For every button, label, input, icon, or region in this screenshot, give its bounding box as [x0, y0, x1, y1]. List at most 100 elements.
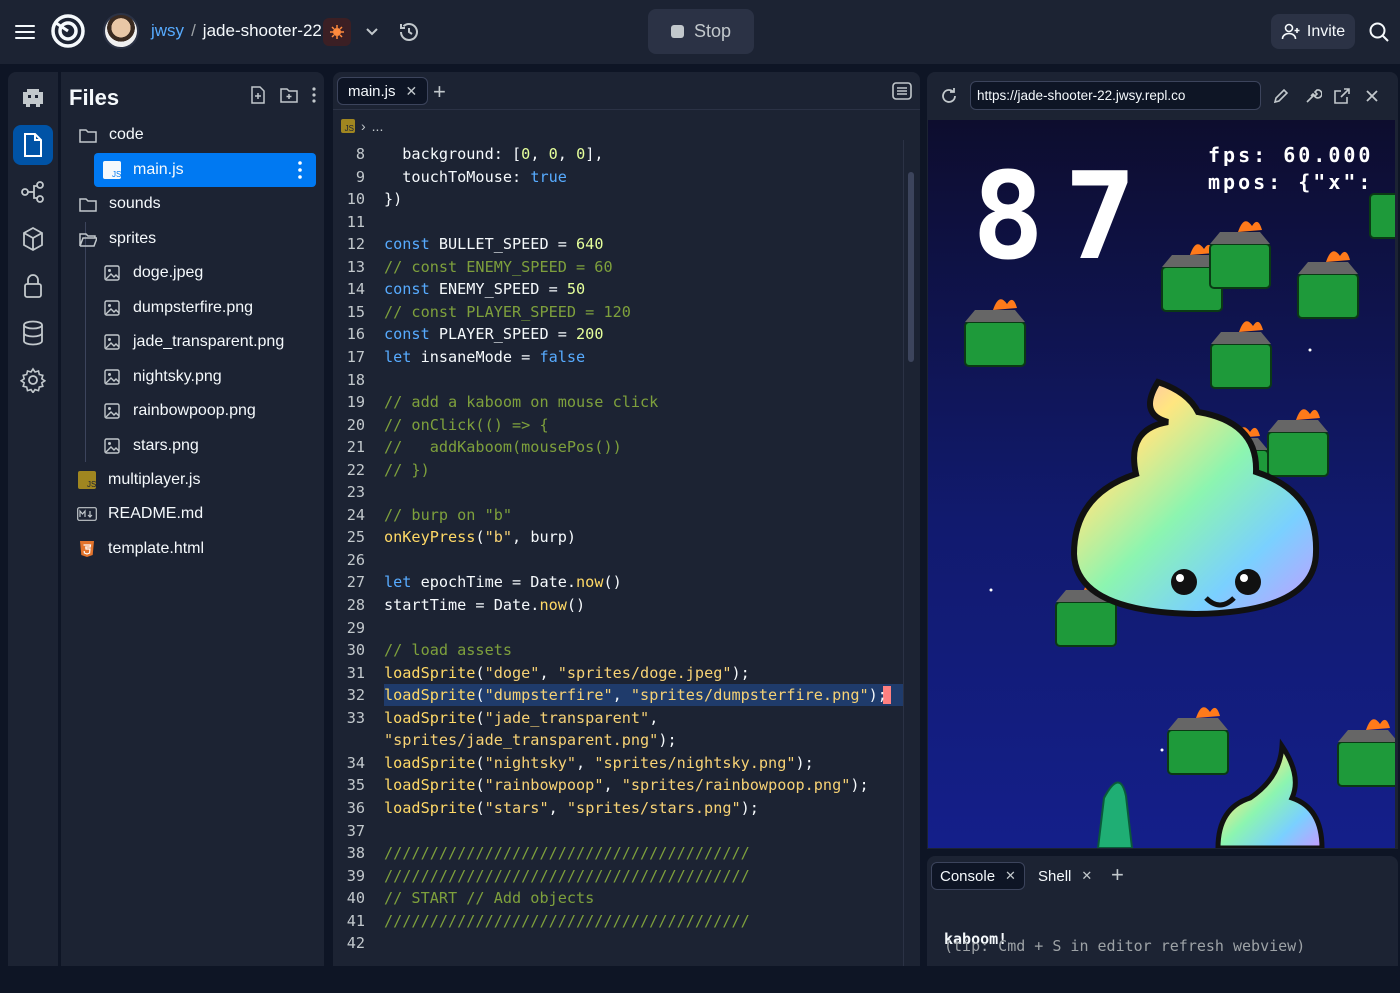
tree-item-label: dumpsterfire.png — [133, 299, 254, 316]
code-line[interactable]: // add a kaboom on mouse click — [384, 393, 658, 411]
line-number: 40 — [346, 889, 365, 908]
line-number: 10 — [346, 190, 365, 209]
history-icon[interactable] — [396, 19, 422, 45]
code-line[interactable]: background: [0, 0, 0], — [384, 145, 603, 163]
tree-item-sprites[interactable]: sprites — [61, 222, 324, 256]
game-controller-icon[interactable] — [13, 78, 53, 118]
game-canvas[interactable]: 87 fps: 60.000 mpos: {"x": — [928, 120, 1395, 848]
code-line[interactable]: // addKaboom(mousePos()) — [384, 438, 622, 456]
breadcrumb-project[interactable]: jade-shooter-22 — [203, 21, 322, 41]
code-line[interactable]: let epochTime = Date.now() — [384, 573, 622, 591]
stop-button[interactable]: Stop — [648, 9, 754, 54]
tree-item-multiplayer-js[interactable]: JS multiplayer.js — [61, 463, 324, 497]
close-icon[interactable]: ✕ — [406, 83, 418, 100]
code-line[interactable]: //////////////////////////////////////// — [384, 867, 750, 885]
settings-gear-icon[interactable] — [13, 360, 53, 400]
pencil-icon[interactable] — [1272, 87, 1290, 105]
webview-panel: https://jade-shooter-22.jwsy.repl.co 87 … — [927, 72, 1398, 849]
files-icon[interactable] — [13, 125, 53, 165]
tree-item-code[interactable]: code — [61, 118, 324, 152]
close-icon[interactable] — [1364, 88, 1380, 104]
tree-item-label: sprites — [109, 230, 157, 247]
line-number: 26 — [346, 550, 365, 569]
tree-item-sounds[interactable]: sounds — [61, 187, 324, 221]
code-line[interactable]: loadSprite("jade_transparent", — [384, 709, 658, 727]
tree-item-doge-jpeg[interactable]: doge.jpeg — [61, 256, 324, 290]
replit-logo-icon[interactable] — [50, 13, 86, 49]
close-icon[interactable]: ✕ — [1005, 868, 1016, 884]
code-line[interactable]: loadSprite("rainbowpoop", "sprites/rainb… — [384, 776, 869, 794]
tree-item-template-html[interactable]: template.html — [61, 532, 324, 566]
code-line[interactable]: loadSprite("doge", "sprites/doge.jpeg"); — [384, 664, 750, 682]
git-branch-icon[interactable] — [13, 172, 53, 212]
tree-item-main-js[interactable]: JS main.js — [94, 153, 316, 187]
tree-item-jade-transparent-png[interactable]: jade_transparent.png — [61, 325, 324, 359]
url-bar[interactable]: https://jade-shooter-22.jwsy.repl.co — [970, 81, 1261, 110]
code-line[interactable]: const BULLET_SPEED = 640 — [384, 235, 603, 253]
tree-item-label: code — [109, 126, 144, 143]
tree-item-dumpsterfire-png[interactable]: dumpsterfire.png — [61, 291, 324, 325]
code-line[interactable]: const PLAYER_SPEED = 200 — [384, 325, 603, 343]
code-line[interactable]: touchToMouse: true — [384, 168, 567, 186]
line-number: 12 — [346, 235, 365, 254]
code-line[interactable]: // load assets — [384, 641, 512, 659]
code-line[interactable]: startTime = Date.now() — [384, 596, 585, 614]
console-output[interactable]: kaboom! (tip: Cmd + S in editor refresh … — [944, 902, 1305, 992]
tree-item-label: rainbowpoop.png — [133, 402, 256, 419]
add-tab-icon[interactable]: + — [1111, 862, 1124, 888]
file-path-bar[interactable]: JS › ... — [341, 118, 383, 134]
tool-rail — [8, 72, 58, 966]
new-folder-icon[interactable] — [280, 87, 298, 103]
tab-console[interactable]: Console ✕ — [931, 862, 1025, 890]
js-file-icon: JS — [77, 470, 97, 490]
code-line[interactable]: // START // Add objects — [384, 889, 594, 907]
chevron-down-icon[interactable] — [360, 20, 384, 44]
open-new-tab-icon[interactable] — [1333, 87, 1351, 105]
more-options-icon[interactable] — [312, 87, 316, 103]
packages-cube-icon[interactable] — [13, 219, 53, 259]
tree-item-nightsky-png[interactable]: nightsky.png — [61, 360, 324, 394]
invite-button[interactable]: Invite — [1271, 14, 1355, 49]
lock-icon[interactable] — [13, 266, 53, 306]
refresh-icon[interactable] — [940, 87, 958, 105]
code-line[interactable]: "sprites/jade_transparent.png"); — [384, 731, 677, 749]
database-icon[interactable] — [13, 313, 53, 353]
code-line[interactable]: // burp on "b" — [384, 506, 512, 524]
tree-item-stars-png[interactable]: stars.png — [61, 429, 324, 463]
fps-readout: fps: 60.000 — [1208, 143, 1374, 167]
repl-language-badge[interactable] — [323, 18, 351, 46]
devtools-wrench-icon[interactable] — [1304, 87, 1322, 105]
code-line[interactable]: loadSprite("stars", "sprites/stars.png")… — [384, 799, 759, 817]
new-file-icon[interactable] — [250, 86, 266, 104]
search-icon[interactable] — [1366, 19, 1392, 45]
code-line[interactable]: loadSprite("dumpsterfire", "sprites/dump… — [384, 686, 887, 704]
menu-icon[interactable] — [10, 17, 40, 47]
tree-item-rainbowpoop-png[interactable]: rainbowpoop.png — [61, 394, 324, 428]
add-tab-icon[interactable]: + — [433, 79, 446, 105]
code-line[interactable]: onKeyPress("b", burp) — [384, 528, 576, 546]
files-actions — [250, 86, 316, 104]
code-line[interactable]: }) — [384, 190, 402, 208]
code-line[interactable]: // const ENEMY_SPEED = 60 — [384, 258, 613, 276]
code-line[interactable]: // }) — [384, 461, 430, 479]
tab-main-js[interactable]: main.js ✕ — [337, 77, 429, 105]
tree-item-readme-md[interactable]: README.md — [61, 497, 324, 531]
tab-shell[interactable]: Shell ✕ — [1030, 862, 1100, 890]
code-line[interactable]: // onClick(() => { — [384, 416, 549, 434]
scrollbar-thumb[interactable] — [908, 172, 914, 362]
close-icon[interactable]: ✕ — [1081, 868, 1092, 884]
folder-icon — [78, 125, 98, 145]
code-line[interactable]: //////////////////////////////////////// — [384, 844, 750, 862]
code-line[interactable]: //////////////////////////////////////// — [384, 912, 750, 930]
add-user-icon — [1281, 23, 1300, 39]
breadcrumb-user[interactable]: jwsy — [151, 21, 184, 41]
code-line[interactable]: let insaneMode = false — [384, 348, 585, 366]
editor-menu-icon[interactable] — [892, 82, 912, 100]
avatar[interactable] — [103, 13, 139, 49]
code-line[interactable]: loadSprite("nightsky", "sprites/nightsky… — [384, 754, 814, 772]
file-menu-icon[interactable] — [290, 159, 310, 181]
line-number: 35 — [346, 776, 365, 795]
code-line[interactable]: // const PLAYER_SPEED = 120 — [384, 303, 631, 321]
line-number: 38 — [346, 844, 365, 863]
code-line[interactable]: const ENEMY_SPEED = 50 — [384, 280, 585, 298]
